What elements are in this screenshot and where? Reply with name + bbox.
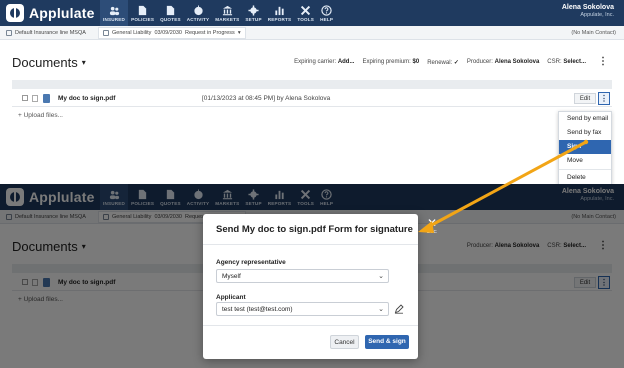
policy-date: 03/09/2030 — [154, 30, 182, 36]
building-icon — [6, 30, 12, 36]
chevron-down-icon: ▾ — [237, 30, 241, 36]
chevron-down-icon: ⌄ — [378, 306, 384, 313]
gear-icon — [248, 4, 259, 16]
nav-label: MARKETS — [215, 16, 240, 22]
edit-button[interactable]: Edit — [574, 93, 596, 104]
policy-status: Request in Progress — [184, 30, 235, 36]
nav-label: HELP — [320, 16, 334, 22]
esc-hint: ESC — [426, 229, 438, 234]
send-and-sign-button[interactable]: Send & sign — [365, 335, 409, 349]
nav-markets[interactable]: MARKETS — [212, 0, 242, 26]
plus-icon: + — [18, 112, 22, 119]
row-context-menu: Send by email Send by fax Sign Move Dele… — [558, 111, 612, 184]
bar-chart-icon — [275, 6, 284, 15]
menu-item-delete[interactable]: Delete — [559, 171, 611, 184]
nav-label: QUOTES — [160, 16, 181, 22]
divider — [203, 244, 418, 245]
nav-tools[interactable]: TOOLS — [294, 0, 317, 26]
menu-divider — [559, 169, 611, 170]
top-screen: Applulate INSURED POLICIES QUOTES ACTIVI… — [0, 0, 624, 184]
nav-label: REPORTS — [267, 16, 292, 22]
nav-help[interactable]: HELP — [317, 0, 336, 26]
user-company: Appulate, Inc. — [580, 12, 614, 18]
tools-icon — [301, 5, 311, 15]
sign-dialog: Send My doc to sign.pdf Form for signatu… — [203, 214, 418, 359]
document-icon — [138, 5, 147, 15]
policy-name: General Liability — [112, 30, 152, 36]
nav-policies[interactable]: POLICIES — [128, 0, 157, 26]
help-icon — [321, 4, 332, 16]
insured-name: Default Insurance line MSQA — [15, 30, 86, 36]
document-icon — [166, 5, 175, 15]
file-icon — [43, 94, 50, 103]
close-dialog-button[interactable]: ✕ ESC — [425, 217, 439, 234]
applicant-value: test test (test@test.com) — [222, 306, 293, 313]
user-name: Alena Sokolova — [561, 4, 614, 11]
page-title[interactable]: Documents ▾ — [12, 55, 86, 70]
nav-label: SETUP — [245, 16, 262, 22]
edit-pen-icon[interactable] — [394, 304, 404, 314]
expiring-premium[interactable]: Expiring premium: $0 — [362, 59, 419, 66]
people-icon — [109, 6, 119, 15]
nav-label: TOOLS — [297, 16, 315, 22]
chevron-down-icon: ▾ — [81, 58, 86, 67]
agency-representative-label: Agency representative — [216, 259, 286, 266]
chevron-down-icon: ⌄ — [378, 273, 384, 280]
nav-label: POLICIES — [131, 16, 155, 22]
agency-representative-select[interactable]: Myself ⌄ — [216, 269, 389, 283]
nav-activity[interactable]: ACTIVITY — [184, 0, 213, 26]
menu-item-send-fax[interactable]: Send by fax — [559, 126, 611, 140]
table-row[interactable]: My doc to sign.pdf [01/13/2023 at 08:45 … — [12, 91, 612, 107]
user-menu[interactable]: Alena Sokolova Appulate, Inc. — [562, 4, 614, 18]
renewal[interactable]: Renewal: ✓ — [427, 59, 459, 66]
document-date: [01/13/2023 at 08:45 PM] by Alena Sokolo… — [202, 95, 331, 102]
nav-label: ACTIVITY — [186, 16, 210, 22]
nav-quotes[interactable]: QUOTES — [157, 0, 184, 26]
menu-item-send-email[interactable]: Send by email — [559, 112, 611, 126]
upload-label: Upload files... — [23, 112, 63, 119]
nav-setup[interactable]: SETUP — [242, 0, 264, 26]
nav-insured[interactable]: INSURED — [100, 0, 129, 26]
applicant-label: Applicant — [216, 294, 246, 301]
row-checkbox[interactable] — [22, 95, 28, 101]
document-name[interactable]: My doc to sign.pdf — [58, 95, 115, 102]
nav-reports[interactable]: REPORTS — [265, 0, 295, 26]
csr[interactable]: CSR: Select... — [547, 59, 586, 66]
main-nav: INSURED POLICIES QUOTES ACTIVITY MARKETS… — [100, 0, 336, 26]
lock-icon — [32, 95, 38, 102]
page-title-text: Documents — [12, 55, 78, 70]
cancel-button[interactable]: Cancel — [330, 335, 359, 349]
activity-icon — [193, 4, 203, 15]
divider — [203, 325, 418, 326]
applicant-select[interactable]: test test (test@test.com) ⌄ — [216, 302, 389, 316]
upload-files[interactable]: + Upload files... — [18, 112, 63, 119]
document-icon — [103, 30, 109, 36]
main-contact[interactable]: (No Main Contact) — [571, 30, 616, 36]
menu-item-move[interactable]: Move — [559, 154, 611, 168]
logo-icon — [6, 4, 24, 22]
close-icon: ✕ — [426, 216, 438, 230]
logo-text: Applulate — [29, 5, 95, 21]
insured-link[interactable]: Default Insurance line MSQA — [6, 30, 86, 36]
context-bar: Default Insurance line MSQA General Liab… — [0, 26, 624, 40]
policy-tab[interactable]: General Liability 03/09/2030 Request in … — [98, 27, 246, 39]
producer[interactable]: Producer: Alena Sokolova — [467, 59, 539, 66]
agency-representative-value: Myself — [222, 273, 241, 280]
bank-icon — [222, 5, 232, 15]
table-header — [12, 80, 612, 89]
more-options-icon[interactable]: ⋮ — [598, 56, 608, 67]
app-logo[interactable]: Applulate — [6, 4, 95, 22]
expiring-carrier[interactable]: Expiring carrier: Add... — [294, 59, 354, 66]
nav-label: INSURED — [103, 16, 126, 22]
row-menu-button[interactable]: ⋮ — [598, 92, 610, 105]
bottom-screen: Applulate INSURED POLICIES QUOTES ACTIVI… — [0, 184, 624, 368]
dialog-title: Send My doc to sign.pdf Form for signatu… — [216, 224, 413, 235]
menu-item-sign[interactable]: Sign — [559, 140, 611, 154]
policy-meta: Expiring carrier: Add... Expiring premiu… — [294, 59, 586, 66]
top-navbar: Applulate INSURED POLICIES QUOTES ACTIVI… — [0, 0, 624, 26]
